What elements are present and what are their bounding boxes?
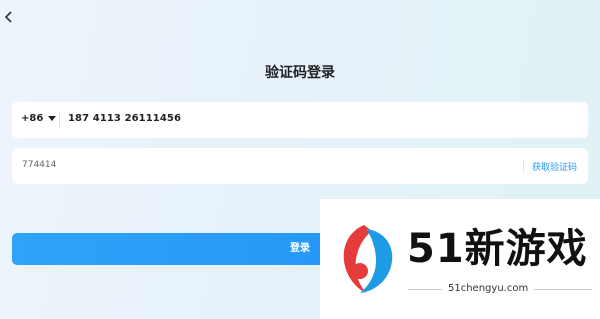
logo-icon xyxy=(343,225,393,293)
country-code: +86 xyxy=(21,113,44,124)
back-button[interactable] xyxy=(4,10,16,24)
code-input[interactable]: 774414 xyxy=(22,160,56,170)
verification-code-field: 774414 获取验证码 xyxy=(12,148,588,184)
caret-down-icon xyxy=(48,116,57,121)
phone-field: +86 187 4113 26111456 xyxy=(12,102,588,138)
chevron-left-icon xyxy=(4,11,12,23)
country-code-select[interactable]: +86 xyxy=(21,113,57,124)
get-code-button[interactable]: 获取验证码 xyxy=(532,160,577,173)
phone-input[interactable]: 187 4113 26111456 xyxy=(68,113,181,124)
watermark: 51新游戏 51chengyu.com xyxy=(320,199,600,319)
page-title: 验证码登录 xyxy=(265,65,335,81)
divider xyxy=(59,113,60,127)
watermark-name: 51新游戏 xyxy=(407,226,588,272)
divider xyxy=(523,159,524,173)
watermark-url: 51chengyu.com xyxy=(442,283,535,294)
